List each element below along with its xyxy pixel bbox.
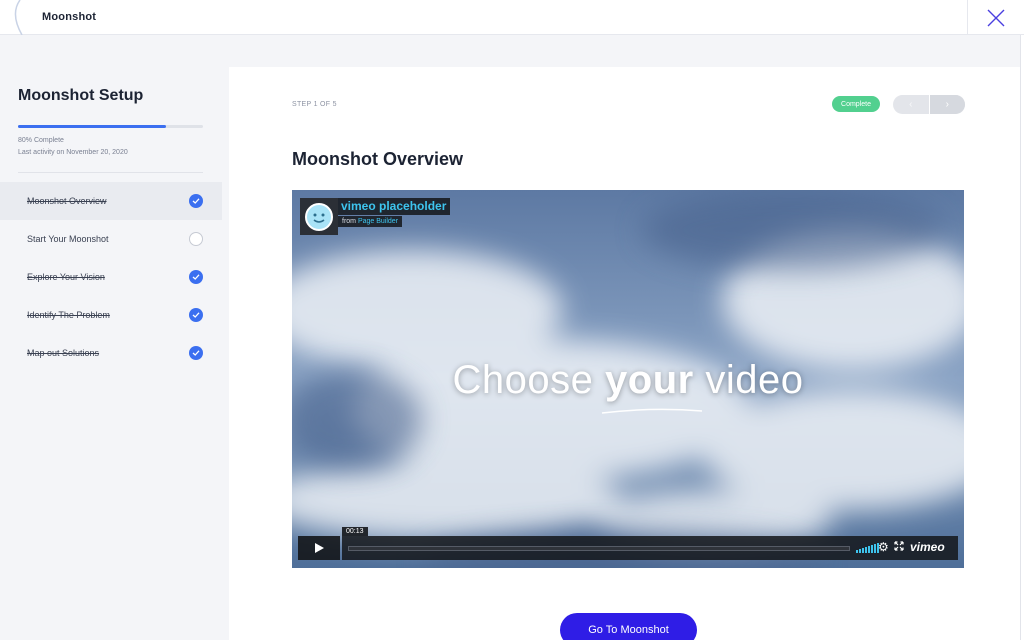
setup-sidebar: Moonshot Setup 80% Complete Last activit… [0,67,229,640]
sidebar-step-moonshot-overview[interactable]: Moonshot Overview [0,182,222,220]
app-brand: Moonshot [42,11,97,23]
step-label: Identify The Problem [27,310,110,320]
step-counter: STEP 1 OF 5 [292,101,337,108]
step-label: Moonshot Overview [27,196,107,206]
step-label: Explore Your Vision [27,272,105,282]
seek-bar[interactable] [348,546,850,551]
top-bar: Moonshot [0,0,1024,35]
playback-timestamp: 00:13 [342,527,368,536]
volume-control[interactable] [856,543,879,553]
progress-label: 80% Complete [18,137,64,144]
headline-underline [601,408,703,414]
sidebar-step-start-your-moonshot[interactable]: Start Your Moonshot [0,220,222,258]
video-from-prefix: from [342,218,356,225]
page-title: Moonshot Overview [292,149,464,169]
video-player[interactable]: vimeo placeholder from Page Builder Choo… [292,190,964,568]
gear-icon[interactable]: ⚙ [878,541,890,553]
video-headline: Choose your video [292,358,964,403]
vimeo-logo[interactable]: vimeo [910,540,945,554]
video-author-line: from Page Builder [338,216,403,227]
sidebar-step-map-out-solutions[interactable]: Map out Solutions [0,334,222,372]
status-badge: Complete [832,96,880,112]
previous-step-button[interactable]: ‹ [893,95,930,114]
step-label: Map out Solutions [27,348,100,358]
progress-bar [18,125,203,128]
headline-post: video [705,358,804,402]
check-icon [189,270,203,284]
sidebar-divider [18,172,203,173]
fullscreen-icon[interactable] [894,541,905,553]
sidebar-step-explore-your-vision[interactable]: Explore Your Vision [0,258,222,296]
channel-avatar[interactable] [300,198,338,235]
step-navigation: ‹ › [893,95,965,114]
last-activity: Last activity on November 20, 2020 [18,149,128,156]
check-icon [189,346,203,360]
go-to-moonshot-button[interactable]: Go To Moonshot [560,613,697,640]
step-label: Start Your Moonshot [27,234,109,244]
control-bar: ⚙ vimeo [342,536,958,560]
video-controls: 00:13 ⚙ vimeo [298,527,958,560]
sidebar-step-identify-the-problem[interactable]: Identify The Problem [0,296,222,334]
main-panel: STEP 1 OF 5 Complete ‹ › Moonshot Overvi… [229,67,1020,640]
empty-circle-icon [189,232,203,246]
video-author-link[interactable]: Page Builder [358,218,398,225]
check-icon [189,194,203,208]
check-icon [189,308,203,322]
logo-arc-icon [14,0,23,35]
video-channel-title[interactable]: vimeo placeholder [338,198,451,215]
play-icon [315,543,324,553]
close-icon [987,9,1005,26]
headline-pre: Choose [452,358,594,402]
progress-bar-fill [18,125,166,128]
smiley-face-icon [305,202,333,231]
fullscreen-arrows-icon [894,541,904,551]
close-button[interactable] [967,0,1024,35]
next-step-button[interactable]: › [929,95,965,114]
play-button[interactable] [298,536,340,560]
headline-bold: your [605,358,694,402]
sidebar-title: Moonshot Setup [18,87,144,104]
step-list: Moonshot Overview Start Your Moonshot Ex… [0,182,222,372]
background-window-edge [1020,35,1024,640]
